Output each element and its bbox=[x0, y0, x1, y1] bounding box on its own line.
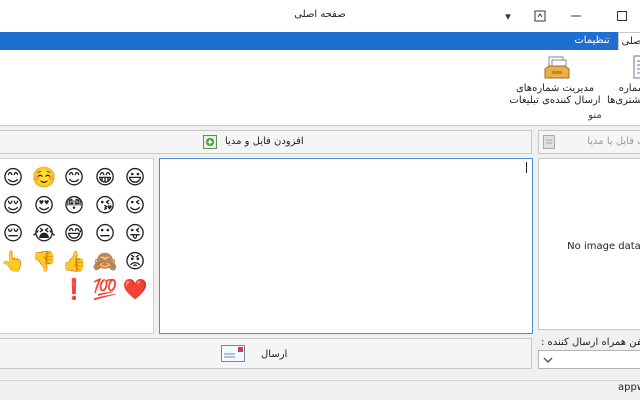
sender-phone-combobox[interactable] bbox=[538, 350, 640, 369]
remove-media-label: حذف فایل یا مدیا bbox=[587, 136, 640, 147]
emoji-button[interactable]: 😘 bbox=[91, 192, 119, 218]
emoji-button[interactable]: 😡 bbox=[121, 248, 149, 274]
emoji-button[interactable]: 😍 bbox=[30, 192, 58, 218]
emoji-button[interactable]: 😃 bbox=[121, 164, 149, 190]
tab-settings[interactable]: تنظیمات bbox=[566, 33, 618, 50]
send-label: ارسال bbox=[261, 349, 288, 360]
inbox-tray-icon bbox=[543, 55, 571, 81]
send-envelope-icon bbox=[221, 345, 245, 362]
document-list-icon bbox=[630, 55, 640, 81]
quick-access-dropdown-icon[interactable]: ▾ bbox=[498, 6, 518, 26]
emoji-button[interactable]: 😅 bbox=[60, 220, 88, 246]
message-text-area[interactable] bbox=[159, 158, 533, 334]
manage-sender-numbers-label-2: ارسال کننده‌ی تبلیغات bbox=[509, 95, 601, 106]
remove-media-icon bbox=[543, 135, 555, 149]
text-caret bbox=[526, 162, 527, 173]
customer-numbers-label-2: مشتری‌ها bbox=[607, 95, 640, 106]
emoji-button[interactable]: 👍 bbox=[60, 248, 88, 274]
sender-phone-label: تلفن همراه ارسال کننده : bbox=[540, 337, 640, 348]
status-text: appw bbox=[618, 382, 640, 393]
emoji-button[interactable]: 😌 bbox=[0, 192, 27, 218]
restore-ribbon-icon[interactable] bbox=[530, 6, 550, 26]
add-media-label: افزودن فایل و مدیا bbox=[225, 136, 304, 147]
emoji-button[interactable]: 👆 bbox=[0, 248, 27, 274]
customer-numbers-button[interactable]: شماره مشتری‌ها bbox=[607, 53, 640, 109]
add-media-icon bbox=[203, 135, 217, 149]
emoji-button[interactable]: 😜 bbox=[121, 220, 149, 246]
emoji-palette: 😃 😁 😊 ☺️ 😊 😉 😘 😳 😍 😌 😜 😐 😅 😭 😔 😡 🙈 👍 👎 👆 ❤️ 💯 ❗ bbox=[0, 158, 154, 334]
emoji-button[interactable]: 😊 bbox=[0, 164, 27, 190]
status-bar bbox=[0, 380, 640, 400]
emoji-button[interactable]: ☺️ bbox=[30, 164, 58, 190]
ribbon-tab-strip bbox=[0, 32, 640, 50]
emoji-button[interactable]: ❤️ bbox=[121, 276, 149, 302]
title-bar: صفحه اصلی ▾ bbox=[0, 0, 640, 32]
emoji-button[interactable]: 💯 bbox=[91, 276, 119, 302]
emoji-button[interactable]: 😐 bbox=[91, 220, 119, 246]
emoji-button[interactable]: 🙈 bbox=[91, 248, 119, 274]
emoji-button[interactable]: 👎 bbox=[30, 248, 58, 274]
send-button[interactable]: ارسال bbox=[0, 338, 532, 369]
chevron-down-icon bbox=[542, 354, 554, 366]
emoji-button[interactable]: 😔 bbox=[0, 220, 27, 246]
tab-main[interactable]: اصلی bbox=[618, 32, 640, 51]
ribbon-group-caption: منو bbox=[588, 110, 602, 121]
maximize-icon[interactable] bbox=[612, 6, 632, 26]
remove-media-button[interactable]: حذف فایل یا مدیا bbox=[538, 130, 640, 154]
emoji-button[interactable]: 😳 bbox=[60, 192, 88, 218]
customer-numbers-label-1: شماره bbox=[618, 83, 640, 94]
emoji-button[interactable]: 😁 bbox=[91, 164, 119, 190]
emoji-button[interactable]: ❗ bbox=[60, 276, 88, 302]
emoji-button[interactable]: 😉 bbox=[121, 192, 149, 218]
manage-sender-numbers-label-1: مدیریت شماره‌های bbox=[515, 83, 595, 94]
manage-sender-numbers-button[interactable]: مدیریت شماره‌های ارسال کننده‌ی تبلیغات bbox=[508, 53, 602, 109]
add-media-button[interactable]: افزودن فایل و مدیا bbox=[0, 130, 532, 154]
no-image-placeholder: No image data bbox=[567, 241, 640, 252]
emoji-button[interactable]: 😊 bbox=[60, 164, 88, 190]
minimize-icon[interactable] bbox=[566, 6, 586, 26]
emoji-button[interactable]: 😭 bbox=[30, 220, 58, 246]
